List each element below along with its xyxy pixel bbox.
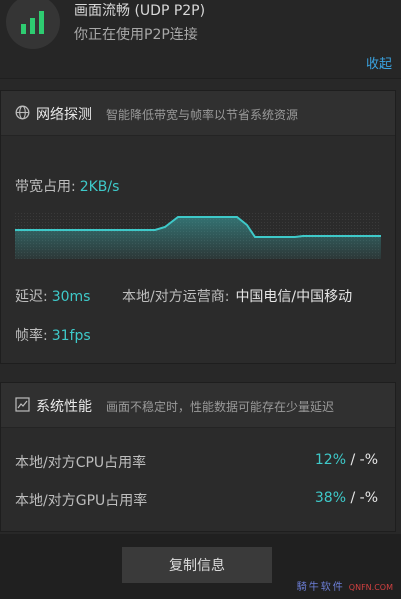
latency-label: 延迟: <box>15 289 48 305</box>
carrier-row: 本地/对方运营商: 中国电信/中国移动 <box>122 286 352 306</box>
copy-info-button[interactable]: 复制信息 <box>122 547 272 583</box>
cpu-value: 12% / -% <box>315 452 378 468</box>
network-probe-title: 网络探测 <box>36 107 92 123</box>
carrier-value: 中国电信/中国移动 <box>235 289 353 305</box>
collapse-link[interactable]: 收起 <box>366 53 392 72</box>
bandwidth-graph <box>15 213 381 259</box>
fps-label: 帧率: <box>15 328 48 344</box>
network-probe-header: 网络探测 智能降低带宽与帧率以节省系统资源 <box>1 91 395 136</box>
fps-row: 帧率: 31fps <box>15 325 91 345</box>
carrier-label: 本地/对方运营商: <box>122 289 230 305</box>
watermark-cn: 騎牛软件 <box>296 582 345 593</box>
chart-icon <box>15 397 30 412</box>
system-performance-header: 系统性能 画面不稳定时，性能数据可能存在少量延迟 <box>1 383 395 428</box>
latency-row: 延迟: 30ms <box>15 286 90 306</box>
bandwidth-row: 带宽占用: 2KB/s <box>15 176 119 196</box>
connection-header: 画面流畅 (UDP P2P) 你正在使用P2P连接 收起 <box>0 0 401 79</box>
network-probe-description: 智能降低带宽与帧率以节省系统资源 <box>106 108 299 122</box>
gpu-value: 38% / -% <box>315 490 378 506</box>
globe-icon <box>15 105 30 120</box>
signal-badge <box>6 0 60 49</box>
system-performance-panel: 系统性能 画面不稳定时，性能数据可能存在少量延迟 本地/对方CPU占用率 12%… <box>0 382 396 532</box>
cpu-label: 本地/对方CPU占用率 <box>15 455 147 471</box>
latency-value: 30ms <box>51 289 91 305</box>
network-probe-panel: 网络探测 智能降低带宽与帧率以节省系统资源 带宽占用: 2KB/s 延迟: 30ms… <box>0 90 396 364</box>
connection-title: 画面流畅 (UDP P2P) <box>74 3 206 19</box>
bandwidth-value: 2KB/s <box>79 179 120 195</box>
signal-bars-icon <box>21 11 44 34</box>
gpu-remote-value: / -% <box>350 490 378 506</box>
cpu-remote-value: / -% <box>350 452 378 468</box>
watermark-en: QNFN.COM <box>348 583 393 592</box>
gpu-label: 本地/对方GPU占用率 <box>15 493 148 509</box>
bandwidth-label: 带宽占用: <box>15 179 76 195</box>
connection-subtitle: 你正在使用P2P连接 <box>74 27 198 43</box>
cpu-local-value: 12% <box>314 452 347 468</box>
system-performance-description: 画面不稳定时，性能数据可能存在少量延迟 <box>106 400 335 414</box>
fps-value: 31fps <box>51 328 91 344</box>
watermark: 騎牛软件 QNFN.COM <box>297 578 393 593</box>
system-performance-title: 系统性能 <box>36 399 92 415</box>
gpu-local-value: 38% <box>314 490 347 506</box>
